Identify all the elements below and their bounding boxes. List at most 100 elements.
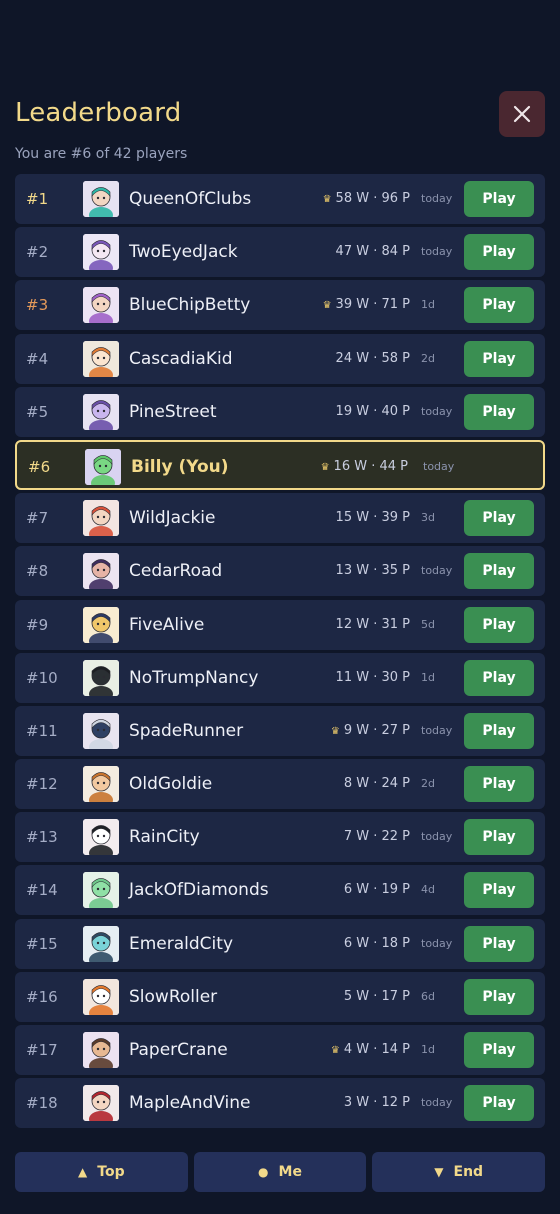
stats-text: 9 W · 27 P <box>343 722 410 738</box>
purple-hair-avatar <box>83 287 119 324</box>
player-stats: 47 W · 84 P <box>336 227 410 277</box>
player-name: PineStreet <box>129 401 217 422</box>
bottom-nav: ▲ Top ● Me ▼ End <box>15 1152 546 1192</box>
player-name: RainCity <box>129 827 200 848</box>
crown-icon: ♛ <box>322 194 332 205</box>
rank-label: #3 <box>26 296 49 315</box>
last-active: today <box>421 192 453 205</box>
avatar <box>83 872 119 909</box>
play-button[interactable]: Play <box>464 978 534 1015</box>
player-name: EmeraldCity <box>129 933 234 954</box>
close-button[interactable] <box>499 91 545 137</box>
fox-avatar <box>83 340 119 377</box>
player-stats: ♛ 58 W · 96 P <box>323 174 410 225</box>
last-active: today <box>421 830 453 844</box>
ninja-avatar <box>83 712 119 749</box>
rank-label: #17 <box>26 1041 58 1059</box>
rank-label: #4 <box>26 349 49 368</box>
jump-me-button[interactable]: ● Me <box>193 1152 367 1192</box>
player-stats: 12 W · 31 P <box>336 600 410 650</box>
avatar <box>85 448 121 485</box>
last-active: today <box>421 245 453 259</box>
play-button[interactable]: Play <box>464 872 534 909</box>
play-button[interactable]: Play <box>464 1032 534 1068</box>
stats-text: 3 W · 12 P <box>343 1095 410 1111</box>
jump-end-button[interactable]: ▼ End <box>372 1152 546 1192</box>
avatar <box>83 606 119 643</box>
dino-avatar <box>83 872 119 909</box>
rank-label: #12 <box>26 775 58 794</box>
rank-summary: You are #6 of 42 players <box>15 146 188 162</box>
play-button[interactable]: Play <box>464 340 534 377</box>
avatar <box>83 340 119 377</box>
play-button[interactable]: Play <box>464 234 534 271</box>
avatar <box>83 234 119 271</box>
leaderboard-row: #15 EmeraldCity 6 W · 18 P today Play <box>15 918 545 969</box>
leaderboard-row: #12 OldGoldie 8 W · 24 P 2d Play <box>15 759 545 810</box>
player-stats: 11 W · 30 P <box>336 653 410 703</box>
play-button[interactable]: Play <box>464 287 534 324</box>
stats-text: 16 W · 44 P <box>333 458 408 474</box>
stats-text: 8 W · 24 P <box>343 776 410 792</box>
player-stats: 19 W · 40 P <box>336 387 410 437</box>
stats-text: 4 W · 14 P <box>343 1042 410 1057</box>
last-active: today <box>421 936 453 950</box>
last-active: today <box>421 723 453 737</box>
player-name: CascadiaKid <box>129 348 233 369</box>
stats-text: 5 W · 17 P <box>343 988 410 1004</box>
nav-label: End <box>453 1164 484 1180</box>
player-name: WildJackie <box>129 508 216 529</box>
play-button[interactable]: Play <box>464 500 534 537</box>
play-button[interactable]: Play <box>464 712 534 749</box>
stats-text: 47 W · 84 P <box>335 244 410 260</box>
play-button[interactable]: Play <box>464 925 534 962</box>
player-stats: 15 W · 39 P <box>336 493 410 543</box>
jump-top-button[interactable]: ▲ Top <box>15 1152 188 1192</box>
rank-label: #14 <box>26 881 58 900</box>
play-button[interactable]: Play <box>464 819 534 856</box>
player-name: CedarRoad <box>129 561 223 582</box>
play-button[interactable]: Play <box>464 1085 534 1122</box>
player-stats: ♛ 4 W · 14 P <box>331 1025 410 1076</box>
person-avatar <box>83 1032 119 1068</box>
stats-text: 11 W · 30 P <box>335 669 410 685</box>
play-button[interactable]: Play <box>464 393 534 430</box>
play-button[interactable]: Play <box>464 181 534 217</box>
last-active: 5d <box>421 617 435 631</box>
leaderboard-row: #1 QueenOfClubs ♛ 58 W · 96 P today Play <box>15 174 545 224</box>
player-stats: 6 W · 18 P <box>344 919 410 969</box>
monkey-avatar <box>83 766 119 803</box>
stats-text: 19 W · 40 P <box>335 403 410 419</box>
stats-text: 39 W · 71 P <box>335 297 410 313</box>
avatar <box>83 500 119 537</box>
dot-icon: ● <box>258 1165 269 1179</box>
player-name: MapleAndVine <box>129 1093 251 1114</box>
nav-label: Me <box>278 1164 302 1180</box>
last-active: 6d <box>421 989 435 1003</box>
player-name: SpadeRunner <box>129 720 244 741</box>
page-title: Leaderboard <box>15 98 182 128</box>
play-button[interactable]: Play <box>464 606 534 643</box>
avatar <box>83 393 119 430</box>
avatar <box>83 766 119 803</box>
play-button[interactable]: Play <box>464 659 534 696</box>
play-button[interactable]: Play <box>464 553 534 590</box>
stats-text: 12 W · 31 P <box>335 616 410 632</box>
leaderboard-row: #11 SpadeRunner ♛ 9 W · 27 P today Play <box>15 705 545 756</box>
player-stats: 5 W · 17 P <box>344 972 410 1022</box>
play-button[interactable]: Play <box>464 766 534 803</box>
player-name: Billy (You) <box>131 456 229 477</box>
last-active: today <box>421 564 453 578</box>
last-active: 1d <box>421 1043 435 1056</box>
player-name: NoTrumpNancy <box>129 667 259 688</box>
player-stats: 8 W · 24 P <box>344 759 410 809</box>
avatar <box>83 819 119 856</box>
avatar <box>83 978 119 1015</box>
player-stats: ♛ 16 W · 44 P <box>321 442 408 493</box>
stats-text: 7 W · 22 P <box>343 829 410 845</box>
leaderboard-row: #9 FiveAlive 12 W · 31 P 5d Play <box>15 599 545 650</box>
rank-label: #10 <box>26 668 58 687</box>
leaderboard-row: #13 RainCity 7 W · 22 P today Play <box>15 812 545 863</box>
nav-label: Top <box>97 1164 125 1180</box>
last-active: 4d <box>421 883 435 897</box>
